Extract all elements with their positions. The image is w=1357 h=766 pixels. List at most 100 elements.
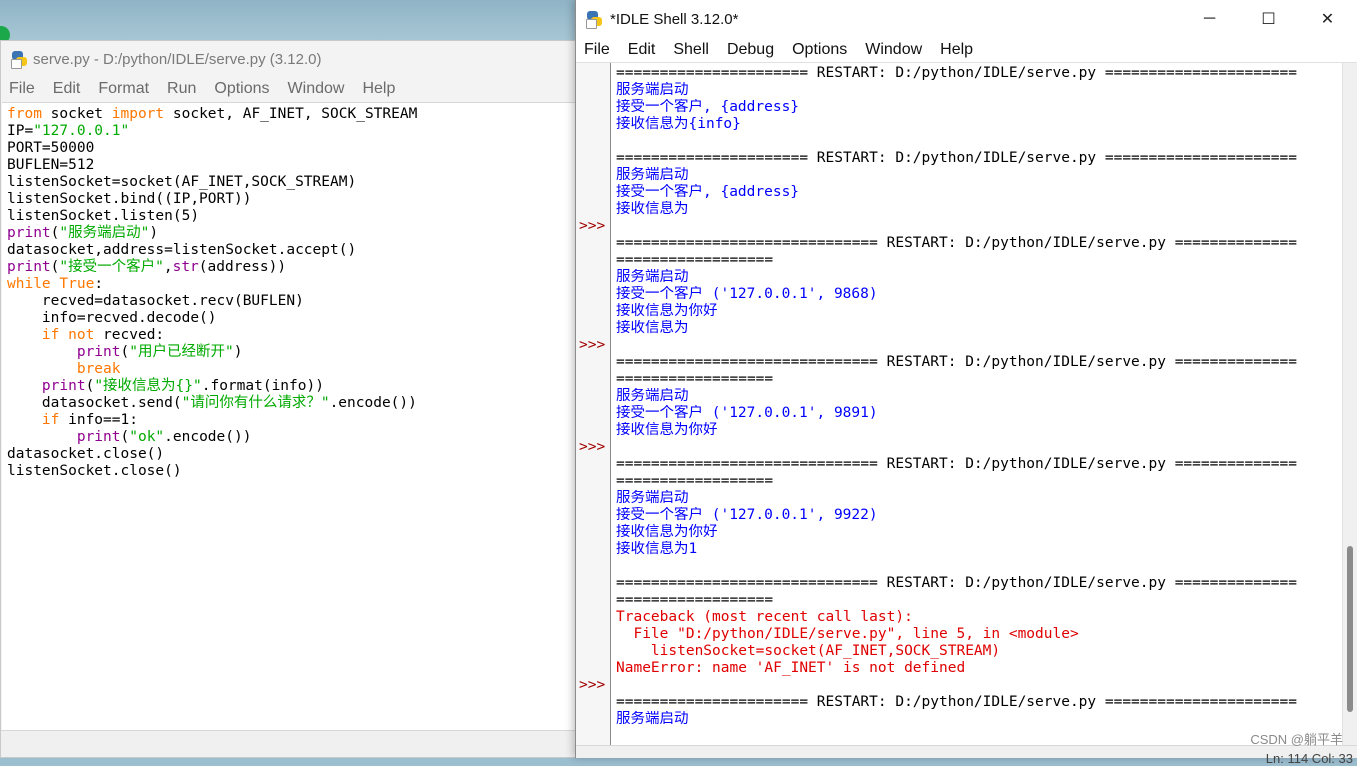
code-token: :: [94, 276, 104, 292]
code-editor[interactable]: from socket import socket, AF_INET, SOCK…: [2, 102, 576, 731]
close-icon[interactable]: ✕: [1298, 0, 1357, 38]
code-token: print: [76, 344, 121, 360]
editor-menu-edit[interactable]: Edit: [53, 80, 81, 98]
shell-title-bar[interactable]: *IDLE Shell 3.12.0* ─ ☐ ✕: [576, 0, 1357, 38]
shell-menu-debug[interactable]: Debug: [727, 41, 774, 59]
code-token: (: [85, 378, 95, 394]
python-file-icon: [11, 51, 27, 69]
output-line: 接受一个客户 ('127.0.0.1', 9891): [616, 405, 878, 421]
code-token: True: [59, 276, 95, 292]
code-token: info=recved.decode(): [7, 310, 217, 326]
code-line: PORT=50000: [7, 140, 576, 157]
editor-menu-format[interactable]: Format: [98, 80, 149, 98]
code-line: print("ok".encode()): [7, 429, 576, 446]
editor-menu-help[interactable]: Help: [362, 80, 395, 98]
output-line: 接收信息为你好: [616, 303, 718, 319]
code-line: datasocket.close(): [7, 446, 576, 463]
code-token: datasocket,address=listenSocket.accept(): [7, 242, 357, 258]
output-line: 服务端启动: [616, 711, 689, 727]
code-token: from: [7, 106, 42, 122]
output-line: 服务端启动: [616, 82, 689, 98]
restart-line: ==================: [616, 592, 774, 608]
code-token: listenSocket.bind((IP,PORT)): [7, 191, 252, 207]
code-token: "127.0.0.1": [33, 123, 130, 139]
code-token: break: [76, 361, 121, 377]
code-token: print: [7, 259, 51, 275]
code-token: listenSocket.listen(5): [7, 208, 200, 224]
shell-prompt: >>>: [579, 337, 606, 353]
shell-output[interactable]: ====================== RESTART: D:/pytho…: [616, 63, 1338, 746]
code-token: datasocket.close(): [7, 446, 165, 462]
editor-menu-window[interactable]: Window: [288, 80, 345, 98]
code-token: if: [41, 327, 60, 343]
vertical-scrollbar[interactable]: [1342, 63, 1357, 746]
shell-prompt: >>>: [579, 677, 606, 693]
restart-line: ============================== RESTART: …: [616, 235, 1297, 251]
shell-menu-shell[interactable]: Shell: [673, 41, 709, 59]
code-token: import: [111, 106, 165, 122]
error-line: File "D:/python/IDLE/serve.py", line 5, …: [616, 626, 1079, 642]
code-line: datasocket.send("请问你有什么请求？".encode()): [7, 395, 576, 412]
output-line: 服务端启动: [616, 388, 689, 404]
editor-menu-run[interactable]: Run: [167, 80, 196, 98]
code-token: .encode()): [164, 429, 252, 445]
code-line: recved=datasocket.recv(BUFLEN): [7, 293, 576, 310]
code-token: ,: [163, 259, 173, 275]
code-token: print: [7, 225, 51, 241]
error-line: NameError: name 'AF_INET' is not defined: [616, 660, 966, 676]
shell-menu-window[interactable]: Window: [865, 41, 922, 59]
code-token: socket: [41, 106, 112, 122]
window-controls: ─ ☐ ✕: [1180, 0, 1357, 38]
code-token: BUFLEN=512: [7, 157, 95, 173]
code-token: "用户已经断开": [129, 344, 234, 360]
output-line: 接收信息为: [616, 320, 689, 336]
scrollbar-thumb[interactable]: [1347, 546, 1353, 712]
code-line: listenSocket.listen(5): [7, 208, 576, 225]
cursor-position: Ln: 114 Col: 33: [1265, 751, 1353, 766]
prompt-sidebar: >>> >>> >>> >>>: [576, 63, 611, 746]
output-line: 服务端启动: [616, 269, 689, 285]
code-token: "接收信息为{}": [94, 378, 202, 394]
output-line: 接收信息为1: [616, 541, 698, 557]
editor-title-bar[interactable]: serve.py - D:/python/IDLE/serve.py (3.12…: [1, 41, 576, 77]
maximize-icon[interactable]: ☐: [1239, 0, 1298, 38]
code-token: ): [149, 225, 159, 241]
code-line: if info==1:: [7, 412, 576, 429]
code-token: if: [41, 412, 60, 428]
output-line: 接受一个客户, {address}: [616, 184, 800, 200]
code-token: print: [41, 378, 86, 394]
code-token: ): [233, 344, 243, 360]
code-token: .format(info)): [201, 378, 324, 394]
restart-line: ============================== RESTART: …: [616, 456, 1297, 472]
editor-menubar: File Edit Format Run Options Window Help: [1, 77, 576, 101]
minimize-icon[interactable]: ─: [1180, 0, 1239, 38]
code-line: IP="127.0.0.1": [7, 123, 576, 140]
editor-title: serve.py - D:/python/IDLE/serve.py (3.12…: [33, 50, 322, 68]
shell-menu-help[interactable]: Help: [940, 41, 973, 59]
editor-menu-file[interactable]: File: [9, 80, 35, 98]
code-token: listenSocket.close(): [7, 463, 182, 479]
editor-status-bar: [1, 730, 576, 757]
shell-menu-options[interactable]: Options: [792, 41, 847, 59]
output-line: 接收信息为你好: [616, 524, 718, 540]
shell-menu-file[interactable]: File: [584, 41, 610, 59]
shell-menu-edit[interactable]: Edit: [628, 41, 656, 59]
restart-line: ==================: [616, 252, 774, 268]
code-token: "ok": [129, 429, 165, 445]
restart-line: ==================: [616, 371, 774, 387]
restart-line: ====================== RESTART: D:/pytho…: [616, 150, 1297, 166]
code-token: recved=datasocket.recv(BUFLEN): [7, 293, 304, 309]
code-token: socket, AF_INET, SOCK_STREAM: [164, 106, 418, 122]
editor-menu-options[interactable]: Options: [214, 80, 269, 98]
code-line: break: [7, 361, 576, 378]
code-token: while: [7, 276, 51, 292]
